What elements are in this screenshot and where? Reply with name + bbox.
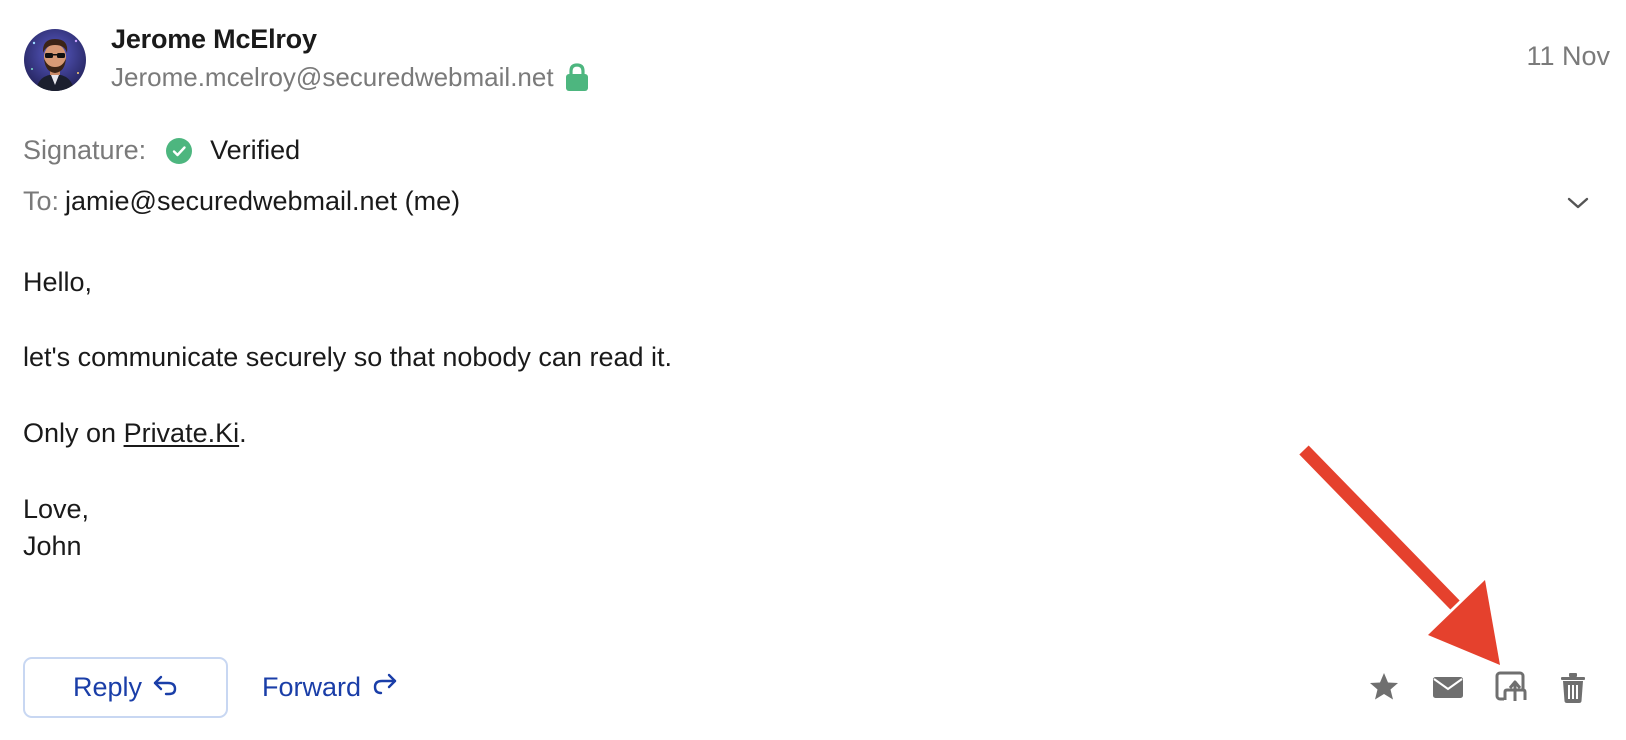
trash-icon[interactable]	[1556, 670, 1590, 704]
lock-icon	[564, 61, 590, 93]
body-line-1: let's communicate securely so that nobod…	[23, 342, 672, 372]
signature-status: Verified	[210, 135, 301, 165]
body-signoff: John	[23, 531, 82, 561]
body-closing: Love,	[23, 494, 90, 524]
body-line-2-prefix: Only on	[23, 418, 124, 448]
forward-label: Forward	[262, 672, 362, 702]
sender-name: Jerome McElroy	[111, 24, 317, 54]
avatar[interactable]	[24, 29, 86, 91]
star-icon[interactable]	[1367, 670, 1401, 704]
recipients-value: jamie@securedwebmail.net (me)	[65, 186, 461, 216]
annotation-arrow-icon	[1290, 440, 1520, 680]
signature-label: Signature:	[23, 135, 147, 165]
reply-icon	[152, 672, 178, 703]
forward-button[interactable]: Forward	[262, 657, 399, 718]
date: 11 Nov	[1526, 41, 1610, 71]
reply-label: Reply	[72, 672, 143, 702]
body-line-2: Only on Private.Ki.	[23, 418, 247, 449]
chevron-down-icon[interactable]	[1565, 194, 1591, 212]
forward-icon	[371, 672, 399, 703]
email-view: Jerome McElroy Jerome.mcelroy@securedweb…	[0, 0, 1626, 740]
sender-email-row: Jerome.mcelroy@securedwebmail.net	[111, 61, 590, 93]
body-line-2-suffix: .	[239, 418, 247, 448]
signature-row: Signature: Verified	[23, 135, 300, 166]
private-ki-link[interactable]: Private.Ki	[124, 418, 240, 448]
body-greeting: Hello,	[23, 267, 93, 297]
verified-check-icon	[166, 137, 193, 164]
envelope-icon[interactable]	[1431, 670, 1465, 704]
recipients-row: To: jamie@securedwebmail.net (me)	[23, 186, 460, 217]
reply-button[interactable]: Reply	[23, 657, 228, 718]
sender-email: Jerome.mcelroy@securedwebmail.net	[111, 61, 554, 92]
recipients-label: To:	[23, 186, 60, 216]
export-icon[interactable]	[1494, 670, 1528, 704]
